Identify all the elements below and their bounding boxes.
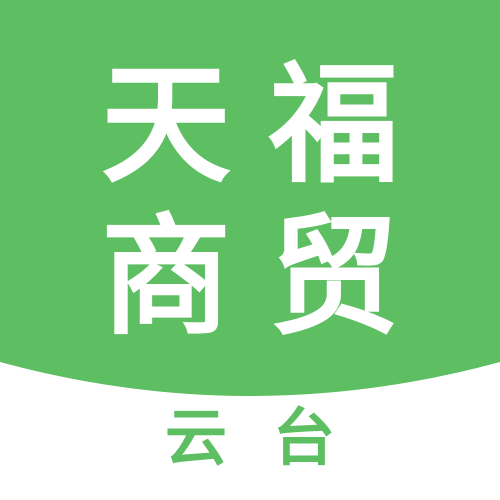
subtitle-char-yun: 云 bbox=[164, 401, 227, 474]
title-char-mao: 贸 bbox=[268, 201, 399, 353]
title-line-1: 天 福 bbox=[0, 60, 500, 190]
title-char-shang: 商 bbox=[100, 201, 231, 353]
subtitle: 云 台 bbox=[0, 398, 500, 478]
title-char-tian: 天 bbox=[100, 49, 231, 201]
subtitle-char-tai: 台 bbox=[272, 401, 335, 474]
title-char-fu: 福 bbox=[268, 49, 399, 201]
app-icon: 天 福 商 贸 云 台 bbox=[0, 0, 500, 500]
title-line-2: 商 贸 bbox=[0, 212, 500, 342]
